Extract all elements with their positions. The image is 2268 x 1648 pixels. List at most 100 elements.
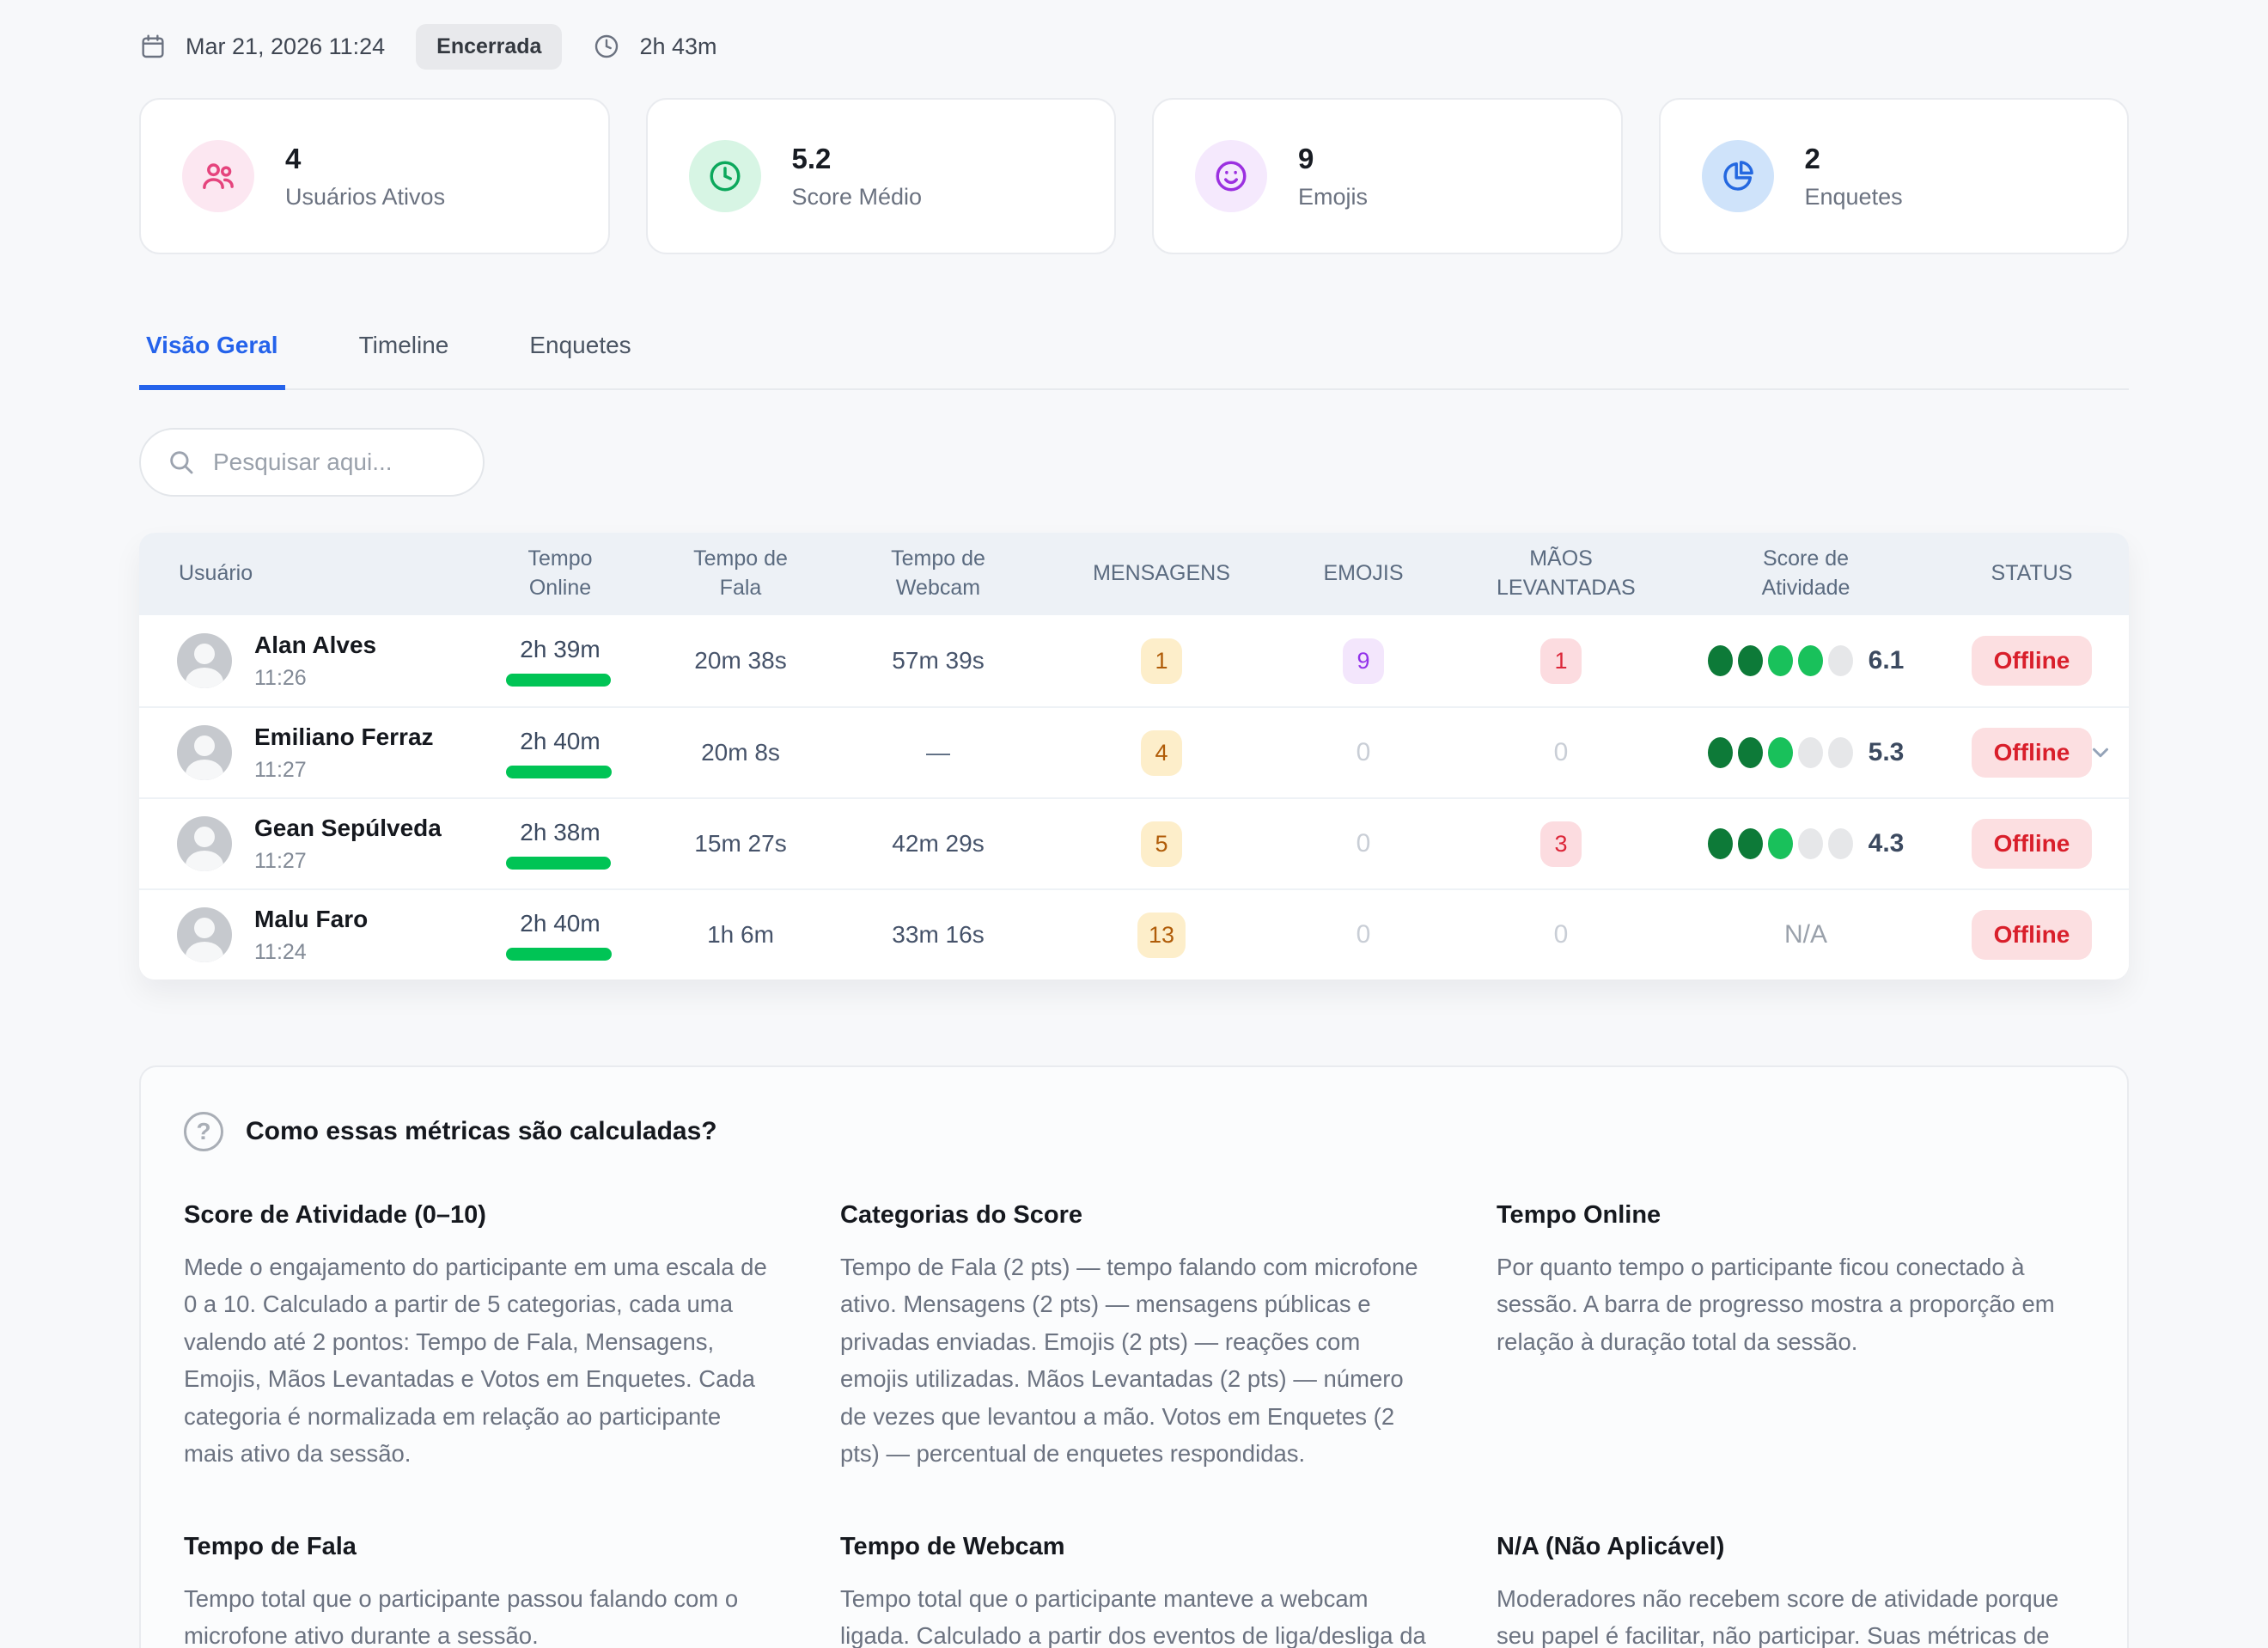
- search-box[interactable]: [139, 428, 485, 497]
- user-join-time: 11:24: [254, 940, 368, 965]
- status-badge: Offline: [1972, 910, 2093, 960]
- score-cell: 6.1: [1677, 645, 1935, 676]
- score-dot-dark: [1708, 828, 1733, 859]
- emojis-value: 0: [1357, 829, 1371, 858]
- tab-visao-geral[interactable]: Visão Geral: [139, 323, 285, 390]
- search-input[interactable]: [213, 449, 457, 476]
- score-dot-bright: [1798, 645, 1823, 676]
- tempo-online-value: 2h 40m: [474, 910, 646, 937]
- user-join-time: 11:27: [254, 849, 442, 874]
- online-progress-bar: [506, 674, 614, 687]
- mensagens-cell: 5: [1041, 821, 1282, 867]
- tempo-de-fala-cell: 15m 27s: [646, 830, 835, 858]
- smiley-icon: [1195, 140, 1267, 212]
- user-cell: Gean Sepúlveda 11:27: [139, 815, 474, 874]
- column-header-score-de-atividade: Score de Atividade: [1677, 545, 1935, 603]
- stat-value: 4: [285, 143, 445, 175]
- status-cell: Offline: [1935, 910, 2129, 960]
- column-header-tempo-de-webcam: Tempo de Webcam: [835, 545, 1041, 603]
- mensagens-cell: 1: [1041, 638, 1282, 684]
- emojis-value: 0: [1357, 738, 1371, 766]
- user-info: Malu Faro 11:24: [254, 906, 368, 965]
- user-info: Gean Sepúlveda 11:27: [254, 815, 442, 874]
- status-badge: Offline: [1972, 636, 2093, 686]
- status-badge: Offline: [1972, 819, 2093, 869]
- emojis-badge: 9: [1343, 638, 1384, 684]
- session-date: Mar 21, 2026 11:24: [186, 34, 385, 60]
- tempo-online-cell: 2h 40m: [474, 728, 646, 778]
- online-progress-fill: [506, 857, 611, 870]
- table-row[interactable]: Alan Alves11:262h 39m20m 38s57m 39s1916.…: [139, 615, 2129, 706]
- info-block-heading: Tempo de Fala: [184, 1533, 771, 1561]
- info-block-heading: Score de Atividade (0–10): [184, 1201, 771, 1230]
- user-cell: Alan Alves11:26: [139, 632, 474, 691]
- maos-levantadas-value: 0: [1554, 738, 1569, 766]
- score-dot-dark: [1708, 737, 1733, 768]
- info-block-categorias-do-score: Categorias do Score Tempo de Fala (2 pts…: [840, 1201, 1428, 1473]
- status-cell: Offline: [1935, 728, 2129, 778]
- user-name: Emiliano Ferraz: [254, 723, 434, 751]
- tempo-de-webcam-cell: 33m 16s: [835, 921, 1041, 949]
- column-header-tempo-de-fala: Tempo de Fala: [646, 545, 835, 603]
- avatar: [177, 725, 232, 780]
- tab-timeline[interactable]: Timeline: [352, 323, 456, 390]
- stat-label: Emojis: [1298, 184, 1368, 211]
- user-join-time: 11:27: [254, 758, 434, 783]
- info-block-tempo-online: Tempo Online Por quanto tempo o particip…: [1497, 1201, 2084, 1473]
- score-dot-empty: [1828, 737, 1853, 768]
- score-dot-bright: [1768, 828, 1793, 859]
- maos-levantadas-value: 0: [1554, 920, 1569, 949]
- online-progress-bar: [506, 857, 614, 870]
- tempo-de-webcam-cell: 57m 39s: [835, 647, 1041, 674]
- column-header-tempo-online: Tempo Online: [474, 545, 646, 603]
- session-meta-bar: Mar 21, 2026 11:24 Encerrada 2h 43m: [139, 22, 2129, 70]
- emojis-cell: 0: [1282, 738, 1445, 767]
- maos-levantadas-cell: 3: [1445, 821, 1677, 867]
- maos-levantadas-badge: 3: [1540, 821, 1582, 867]
- score-cell: 5.3: [1677, 737, 1935, 768]
- table-row[interactable]: Malu Faro 11:24 2h 40m1h 6m33m 16s 13 0 0 N/A O…: [139, 888, 2129, 980]
- table-body: Alan Alves11:262h 39m20m 38s57m 39s1916.…: [139, 615, 2129, 980]
- tempo-online-value: 2h 40m: [474, 728, 646, 755]
- info-block-heading: Tempo de Webcam: [840, 1533, 1428, 1561]
- help-circle-icon: ?: [184, 1112, 223, 1151]
- chevron-down-icon[interactable]: [2088, 740, 2113, 766]
- tempo-de-webcam-cell: 42m 29s: [835, 830, 1041, 858]
- mensagens-badge: 4: [1141, 730, 1182, 776]
- tab-enquetes[interactable]: Enquetes: [522, 323, 637, 390]
- mensagens-badge: 1: [1141, 638, 1182, 684]
- user-name: Gean Sepúlveda: [254, 815, 442, 842]
- tempo-de-fala-cell: 1h 6m: [646, 921, 835, 949]
- column-header-emojis: EMOJIS: [1282, 559, 1445, 589]
- clock-icon: [689, 140, 761, 212]
- report-tabs: Visão Geral Timeline Enquetes: [139, 323, 2129, 390]
- search-icon: [167, 448, 196, 477]
- online-progress-fill: [506, 674, 611, 687]
- column-header-usuario: Usuário: [139, 559, 474, 589]
- user-cell: Emiliano Ferraz 11:27: [139, 723, 474, 783]
- user-join-time: 11:26: [254, 666, 376, 691]
- mensagens-cell: 13: [1041, 913, 1282, 958]
- score-cell: N/A: [1677, 920, 1935, 949]
- tempo-de-fala-cell: 20m 8s: [646, 739, 835, 766]
- tempo-online-cell: 2h 38m: [474, 819, 646, 870]
- table-header-row: Usuário Tempo Online Tempo de Fala Tempo…: [139, 533, 2129, 615]
- pie-chart-icon: [1702, 140, 1774, 212]
- score-dot-empty: [1828, 645, 1853, 676]
- maos-levantadas-cell: 1: [1445, 638, 1677, 684]
- score-dot-dark: [1738, 737, 1763, 768]
- user-name: Malu Faro: [254, 906, 368, 933]
- metrics-info-panel: ? Como essas métricas são calculadas? Sc…: [139, 1065, 2129, 1648]
- status-cell: Offline: [1935, 819, 2129, 869]
- tempo-online-cell: 2h 40m: [474, 910, 646, 961]
- table-row[interactable]: Gean Sepúlveda 11:27 2h 38m15m 27s42m 29s5…: [139, 797, 2129, 888]
- column-header-maos-levantadas: MÃOS LEVANTADAS: [1445, 545, 1677, 603]
- tempo-online-value: 2h 39m: [474, 636, 646, 663]
- score-value: 6.1: [1869, 646, 1905, 675]
- mensagens-badge: 13: [1137, 913, 1186, 958]
- tempo-online-value: 2h 38m: [474, 819, 646, 846]
- score-value: 5.3: [1869, 738, 1905, 767]
- mensagens-cell: 4: [1041, 730, 1282, 776]
- table-row[interactable]: Emiliano Ferraz11:272h 40m20m 8s—4005.3O…: [139, 706, 2129, 797]
- emojis-value: 0: [1357, 920, 1371, 949]
